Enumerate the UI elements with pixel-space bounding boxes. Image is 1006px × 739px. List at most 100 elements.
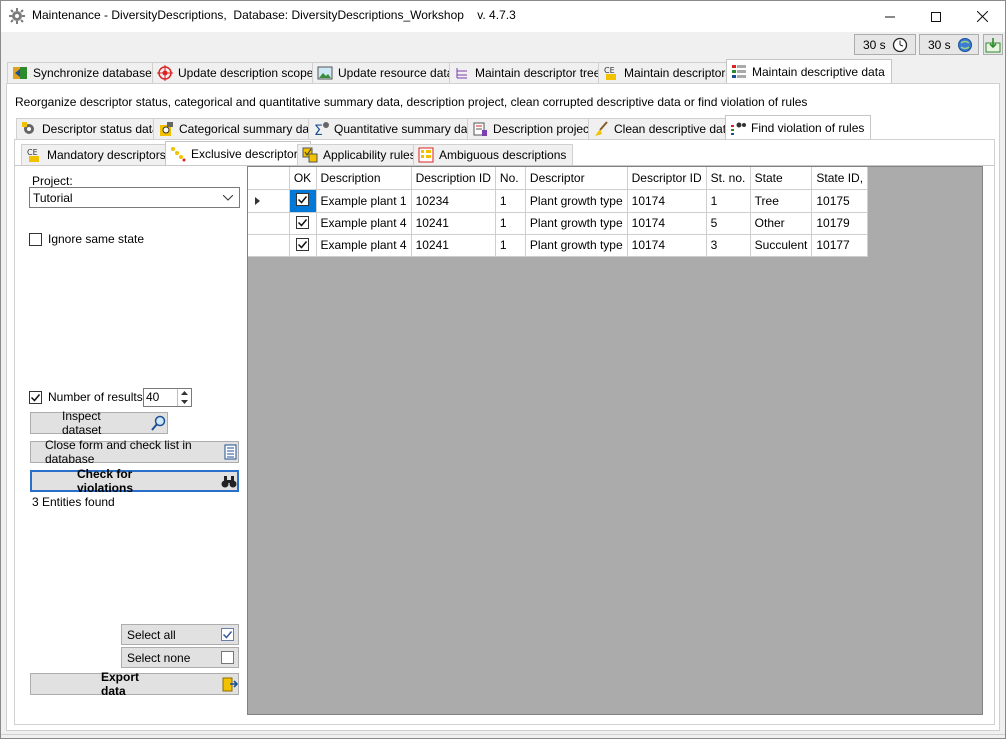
state-cell[interactable]: Succulent xyxy=(749,233,813,257)
st-no-cell[interactable]: 3 xyxy=(705,233,751,257)
no-cell[interactable]: 1 xyxy=(494,188,526,213)
state-cell[interactable]: Tree xyxy=(749,188,813,213)
column-header-state-id[interactable]: State ID, xyxy=(811,167,869,190)
tab-label: Mandatory descriptors xyxy=(47,148,166,162)
number-of-results-checkbox[interactable] xyxy=(29,390,42,404)
binoculars-grid-icon xyxy=(730,120,746,136)
descriptor-cell[interactable]: Plant growth type xyxy=(524,211,628,235)
number-of-results-stepper[interactable]: 40 xyxy=(143,388,192,407)
ok-cell[interactable] xyxy=(288,188,317,213)
table-row[interactable]: Example plant 4 10241 1 Plant growth typ… xyxy=(248,233,869,257)
tab-ambiguous-descriptions[interactable]: Ambiguous descriptions xyxy=(413,144,574,165)
tab-maintain-descriptors[interactable]: CE Maintain descriptors xyxy=(598,62,739,83)
close-form-button[interactable]: Close form and check list in database xyxy=(30,438,239,466)
ok-checkbox[interactable] xyxy=(296,237,309,251)
select-none-button[interactable]: Select none xyxy=(121,647,239,668)
ok-cell[interactable] xyxy=(288,233,317,257)
ignore-same-state-checkbox[interactable] xyxy=(29,232,42,246)
list-icon xyxy=(222,444,238,460)
no-cell[interactable]: 1 xyxy=(494,211,526,235)
chevron-down-icon xyxy=(220,190,236,206)
stepper-arrows[interactable] xyxy=(177,389,191,406)
column-header-no[interactable]: No. xyxy=(494,167,526,190)
timer-button-2[interactable]: 30 s xyxy=(919,34,979,55)
table-row[interactable]: Example plant 4 10241 1 Plant growth typ… xyxy=(248,211,869,235)
tab-mandatory-descriptors[interactable]: CE Mandatory descriptors xyxy=(21,144,173,165)
st-no-cell[interactable]: 1 xyxy=(705,188,751,213)
descriptor-id-cell[interactable]: 10174 xyxy=(626,233,707,257)
results-grid[interactable]: OK Description Description ID No. Descri… xyxy=(247,166,983,715)
tree-icon xyxy=(454,65,470,81)
export-data-label: Export data xyxy=(101,670,140,698)
categorical-icon xyxy=(158,121,174,137)
column-header-descriptor-id[interactable]: Descriptor ID xyxy=(626,167,707,190)
timer-button-1[interactable]: 30 s xyxy=(854,34,916,55)
export-icon xyxy=(222,676,238,692)
state-id-cell[interactable]: 10177 xyxy=(811,233,869,257)
tab-synchronize-databases[interactable]: Synchronize databases xyxy=(7,62,165,83)
no-cell[interactable]: 1 xyxy=(494,233,526,257)
ok-checkbox[interactable] xyxy=(296,193,309,206)
tab-categorical-summary-data[interactable]: Categorical summary data xyxy=(153,118,327,139)
tab-quantitative-summary-data[interactable]: Σ Quantitative summary data xyxy=(308,118,485,139)
description-id-cell[interactable]: 10234 xyxy=(410,188,496,213)
tab-description-project[interactable]: Description project xyxy=(467,118,600,139)
export-window-button[interactable] xyxy=(983,34,1003,55)
description-id-cell[interactable]: 10241 xyxy=(410,233,496,257)
ok-checkbox[interactable] xyxy=(296,215,309,229)
description-cell[interactable]: Example plant 1 xyxy=(315,188,412,213)
tab-update-resource-data[interactable]: Update resource data xyxy=(312,62,461,83)
description-cell[interactable]: Example plant 4 xyxy=(315,211,412,235)
check-for-violations-button[interactable]: Check for violations xyxy=(30,467,239,495)
gear-icon xyxy=(9,8,25,24)
ok-cell[interactable] xyxy=(288,211,317,235)
chevron-up-icon[interactable] xyxy=(178,389,191,398)
binoculars-icon xyxy=(221,473,237,489)
row-header[interactable] xyxy=(248,233,290,257)
export-data-button[interactable]: Export data xyxy=(30,670,239,698)
column-header-description-id[interactable]: Description ID xyxy=(410,167,496,190)
descriptor-cell[interactable]: Plant growth type xyxy=(524,233,628,257)
state-id-cell[interactable]: 10179 xyxy=(811,211,869,235)
main-tab-strip: Synchronize databases Update description… xyxy=(5,59,1003,83)
state-cell[interactable]: Other xyxy=(749,211,813,235)
table-row[interactable]: Example plant 1 10234 1 Plant growth typ… xyxy=(248,188,869,213)
descriptor-id-cell[interactable]: 10174 xyxy=(626,211,707,235)
column-header-descriptor[interactable]: Descriptor xyxy=(524,167,628,190)
number-of-results-option[interactable]: Number of results: xyxy=(29,390,146,404)
description-id-cell[interactable]: 10241 xyxy=(410,211,496,235)
inspect-dataset-button[interactable]: Inspect dataset xyxy=(30,409,168,437)
svg-text:Σ: Σ xyxy=(314,123,323,137)
row-header[interactable] xyxy=(248,211,290,235)
tab-exclusive-descriptors[interactable]: Exclusive descriptors xyxy=(165,141,311,165)
ignore-same-state-option[interactable]: Ignore same state xyxy=(29,232,144,246)
application-window: Maintenance - DiversityDescriptions, Dat… xyxy=(0,0,1006,739)
tab-applicability-rules[interactable]: Applicability rules xyxy=(297,144,423,165)
tab-update-description-scopes[interactable]: Update description scopes xyxy=(152,62,327,83)
number-of-results-value[interactable]: 40 xyxy=(144,389,177,406)
tab-clean-descriptive-data[interactable]: Clean descriptive data xyxy=(588,118,740,139)
select-all-button[interactable]: Select all xyxy=(121,624,239,645)
description-cell[interactable]: Example plant 4 xyxy=(315,233,412,257)
project-select[interactable]: Tutorial xyxy=(29,187,240,208)
tab-label: Description project xyxy=(493,122,593,136)
descriptor-id-cell[interactable]: 10174 xyxy=(626,188,707,213)
target-icon xyxy=(157,65,173,81)
minimize-button[interactable] xyxy=(867,1,913,32)
row-header-current[interactable] xyxy=(248,188,290,213)
tab-find-violation-of-rules[interactable]: Find violation of rules xyxy=(725,115,872,139)
descriptor-cell[interactable]: Plant growth type xyxy=(524,188,628,213)
chevron-down-icon[interactable] xyxy=(178,398,191,407)
column-header-st-no[interactable]: St. no. xyxy=(705,167,751,190)
state-id-cell[interactable]: 10175 xyxy=(811,188,869,213)
maximize-button[interactable] xyxy=(913,1,959,32)
tab-descriptor-status-data[interactable]: Descriptor status data xyxy=(16,118,166,139)
close-button[interactable] xyxy=(959,1,1005,32)
column-header-ok[interactable]: OK xyxy=(288,167,317,190)
tab-maintain-descriptor-trees[interactable]: Maintain descriptor trees xyxy=(449,62,614,83)
st-no-cell[interactable]: 5 xyxy=(705,211,751,235)
download-icon xyxy=(985,37,1001,53)
column-header-description[interactable]: Description xyxy=(315,167,412,190)
column-header-state[interactable]: State xyxy=(749,167,813,190)
tab-maintain-descriptive-data[interactable]: Maintain descriptive data xyxy=(726,59,892,83)
